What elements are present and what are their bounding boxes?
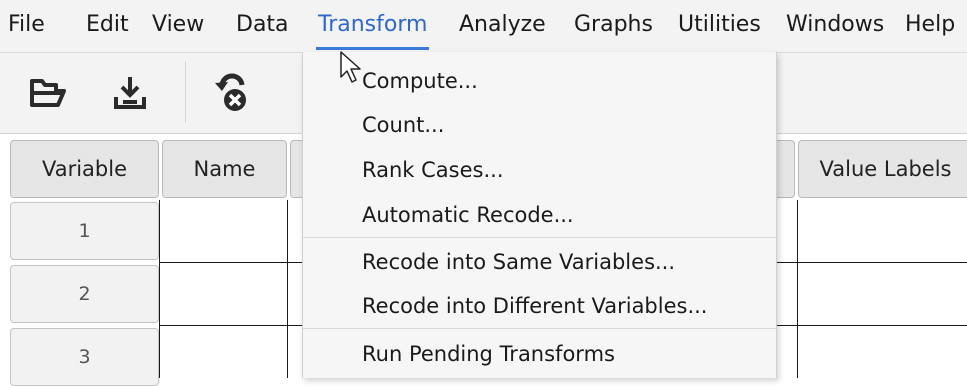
table-cell[interactable]: [798, 200, 967, 261]
row-header[interactable]: 1: [10, 202, 159, 260]
save-button[interactable]: [108, 71, 152, 115]
menu-separator: [303, 328, 776, 329]
menu-item-count[interactable]: Count...: [303, 103, 776, 147]
column-header-value-labels[interactable]: Value Labels: [798, 140, 967, 198]
menu-bar: File Edit View Data Transform Analyze Gr…: [0, 0, 967, 53]
undo-delete-button[interactable]: [210, 71, 254, 115]
menu-analyze[interactable]: Analyze: [459, 0, 546, 52]
table-cell[interactable]: [160, 200, 286, 261]
menu-item-recode-same[interactable]: Recode into Same Variables...: [303, 240, 776, 284]
menu-data[interactable]: Data: [236, 0, 289, 52]
menu-graphs[interactable]: Graphs: [574, 0, 653, 52]
open-file-icon: [30, 79, 66, 107]
menu-item-automatic-recode[interactable]: Automatic Recode...: [303, 193, 776, 237]
transform-menu: Compute... Count... Rank Cases... Automa…: [302, 52, 777, 378]
menu-item-rank-cases[interactable]: Rank Cases...: [303, 148, 776, 192]
table-cell[interactable]: [160, 326, 286, 378]
row-header[interactable]: 3: [10, 328, 159, 386]
menu-windows[interactable]: Windows: [786, 0, 884, 52]
table-cell[interactable]: [798, 263, 967, 324]
column-header-variable[interactable]: Variable: [10, 140, 159, 198]
menu-utilities[interactable]: Utilities: [678, 0, 761, 52]
menu-item-recode-different[interactable]: Recode into Different Variables...: [303, 284, 776, 328]
menu-edit[interactable]: Edit: [86, 0, 129, 52]
undo-delete-icon: [215, 73, 246, 111]
row-header[interactable]: 2: [10, 265, 159, 323]
menu-transform[interactable]: Transform: [315, 0, 430, 52]
menu-item-run-pending[interactable]: Run Pending Transforms: [303, 332, 776, 376]
save-icon: [114, 77, 146, 109]
grid-line: [287, 200, 288, 378]
table-cell[interactable]: [798, 326, 967, 378]
menu-help[interactable]: Help: [905, 0, 955, 52]
menu-separator: [303, 237, 776, 238]
menu-file[interactable]: File: [8, 0, 45, 52]
toolbar-divider: [185, 61, 186, 123]
menu-item-compute[interactable]: Compute...: [303, 59, 776, 103]
open-file-button[interactable]: [26, 71, 70, 115]
menu-view[interactable]: View: [152, 0, 204, 52]
column-header-name[interactable]: Name: [162, 140, 287, 198]
table-cell[interactable]: [160, 263, 286, 324]
mouse-cursor-icon: [340, 51, 361, 83]
